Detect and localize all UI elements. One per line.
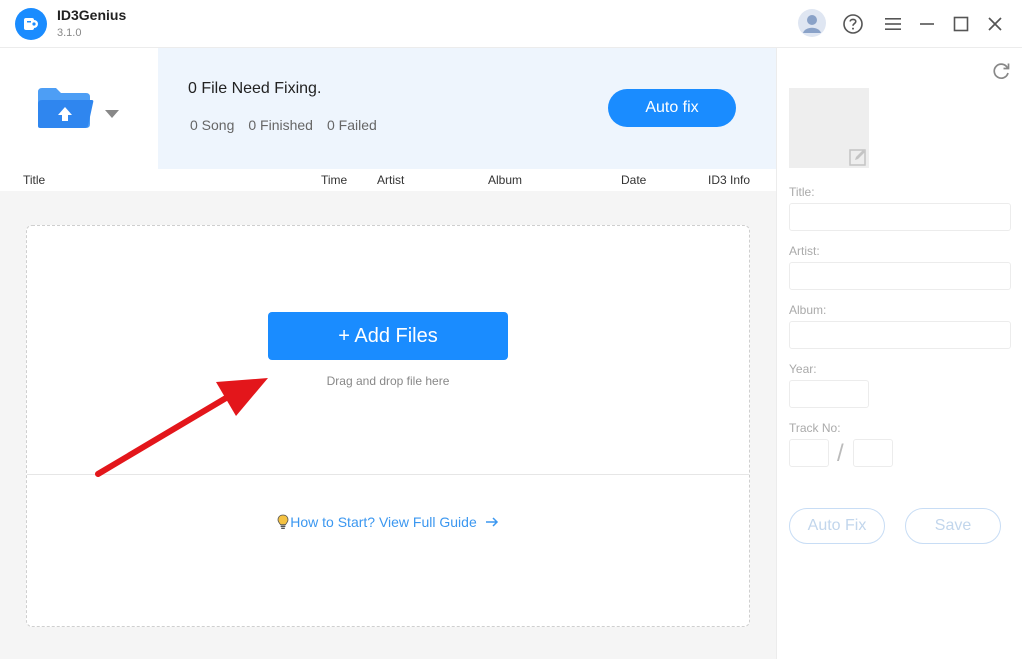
column-artist[interactable]: Artist [377, 173, 404, 187]
album-cover[interactable] [789, 88, 869, 168]
editor-auto-fix-button[interactable]: Auto Fix [789, 508, 885, 544]
guide-link-label[interactable]: How to Start? View Full Guide [290, 514, 477, 530]
view-guide-link[interactable]: How to Start? View Full Guide [27, 514, 749, 530]
upload-folder-icon[interactable] [36, 84, 94, 132]
maximize-icon[interactable] [947, 10, 975, 38]
minimize-icon[interactable] [913, 10, 941, 38]
help-icon[interactable] [839, 10, 867, 38]
artist-label: Artist: [789, 244, 820, 258]
close-icon[interactable] [981, 10, 1009, 38]
need-fixing-text: 0 File Need Fixing. [188, 80, 322, 97]
refresh-icon[interactable] [990, 60, 1012, 82]
title-label: Title: [789, 185, 815, 199]
track-separator: / [837, 440, 844, 467]
finished-count: 0 Finished [248, 117, 313, 133]
album-input[interactable] [789, 321, 1011, 349]
status-counts: 0 Song 0 Finished 0 Failed [190, 117, 377, 133]
track-total-input[interactable] [853, 439, 893, 467]
table-header: Title Time Artist Album Date ID3 Info [0, 169, 776, 191]
track-label: Track No: [789, 421, 841, 435]
year-input[interactable] [789, 380, 869, 408]
summary-area: 0 File Need Fixing. 0 Song 0 Finished 0 … [0, 48, 776, 169]
lightbulb-icon [277, 514, 289, 530]
arrow-right-icon [485, 516, 499, 528]
column-date[interactable]: Date [621, 173, 646, 187]
title-input[interactable] [789, 203, 1011, 231]
add-files-button[interactable]: + Add Files [268, 312, 508, 360]
title-bar: ID3Genius 3.1.0 [0, 0, 1022, 48]
auto-fix-button[interactable]: Auto fix [608, 89, 736, 127]
column-title[interactable]: Title [23, 173, 45, 187]
status-panel: 0 File Need Fixing. 0 Song 0 Finished 0 … [158, 48, 776, 169]
artist-input[interactable] [789, 262, 1011, 290]
column-time[interactable]: Time [321, 173, 347, 187]
edit-cover-icon[interactable] [849, 148, 867, 166]
save-button[interactable]: Save [905, 508, 1001, 544]
track-number-input[interactable] [789, 439, 829, 467]
folder-area [0, 48, 158, 169]
annotation-arrow-icon [95, 378, 268, 477]
user-avatar-icon[interactable] [797, 8, 827, 38]
album-label: Album: [789, 303, 827, 317]
app-version: 3.1.0 [57, 27, 82, 39]
folder-dropdown-icon[interactable] [104, 106, 120, 124]
app-name: ID3Genius [57, 7, 127, 23]
column-id3-info[interactable]: ID3 Info [708, 173, 750, 187]
year-label: Year: [789, 362, 817, 376]
failed-count: 0 Failed [326, 117, 377, 133]
app-logo-icon [15, 8, 47, 40]
tag-editor-panel: Title: Artist: Album: Year: Track No: / … [776, 48, 1022, 659]
song-count: 0 Song [190, 117, 235, 133]
menu-icon[interactable] [879, 10, 907, 38]
column-album[interactable]: Album [488, 173, 522, 187]
